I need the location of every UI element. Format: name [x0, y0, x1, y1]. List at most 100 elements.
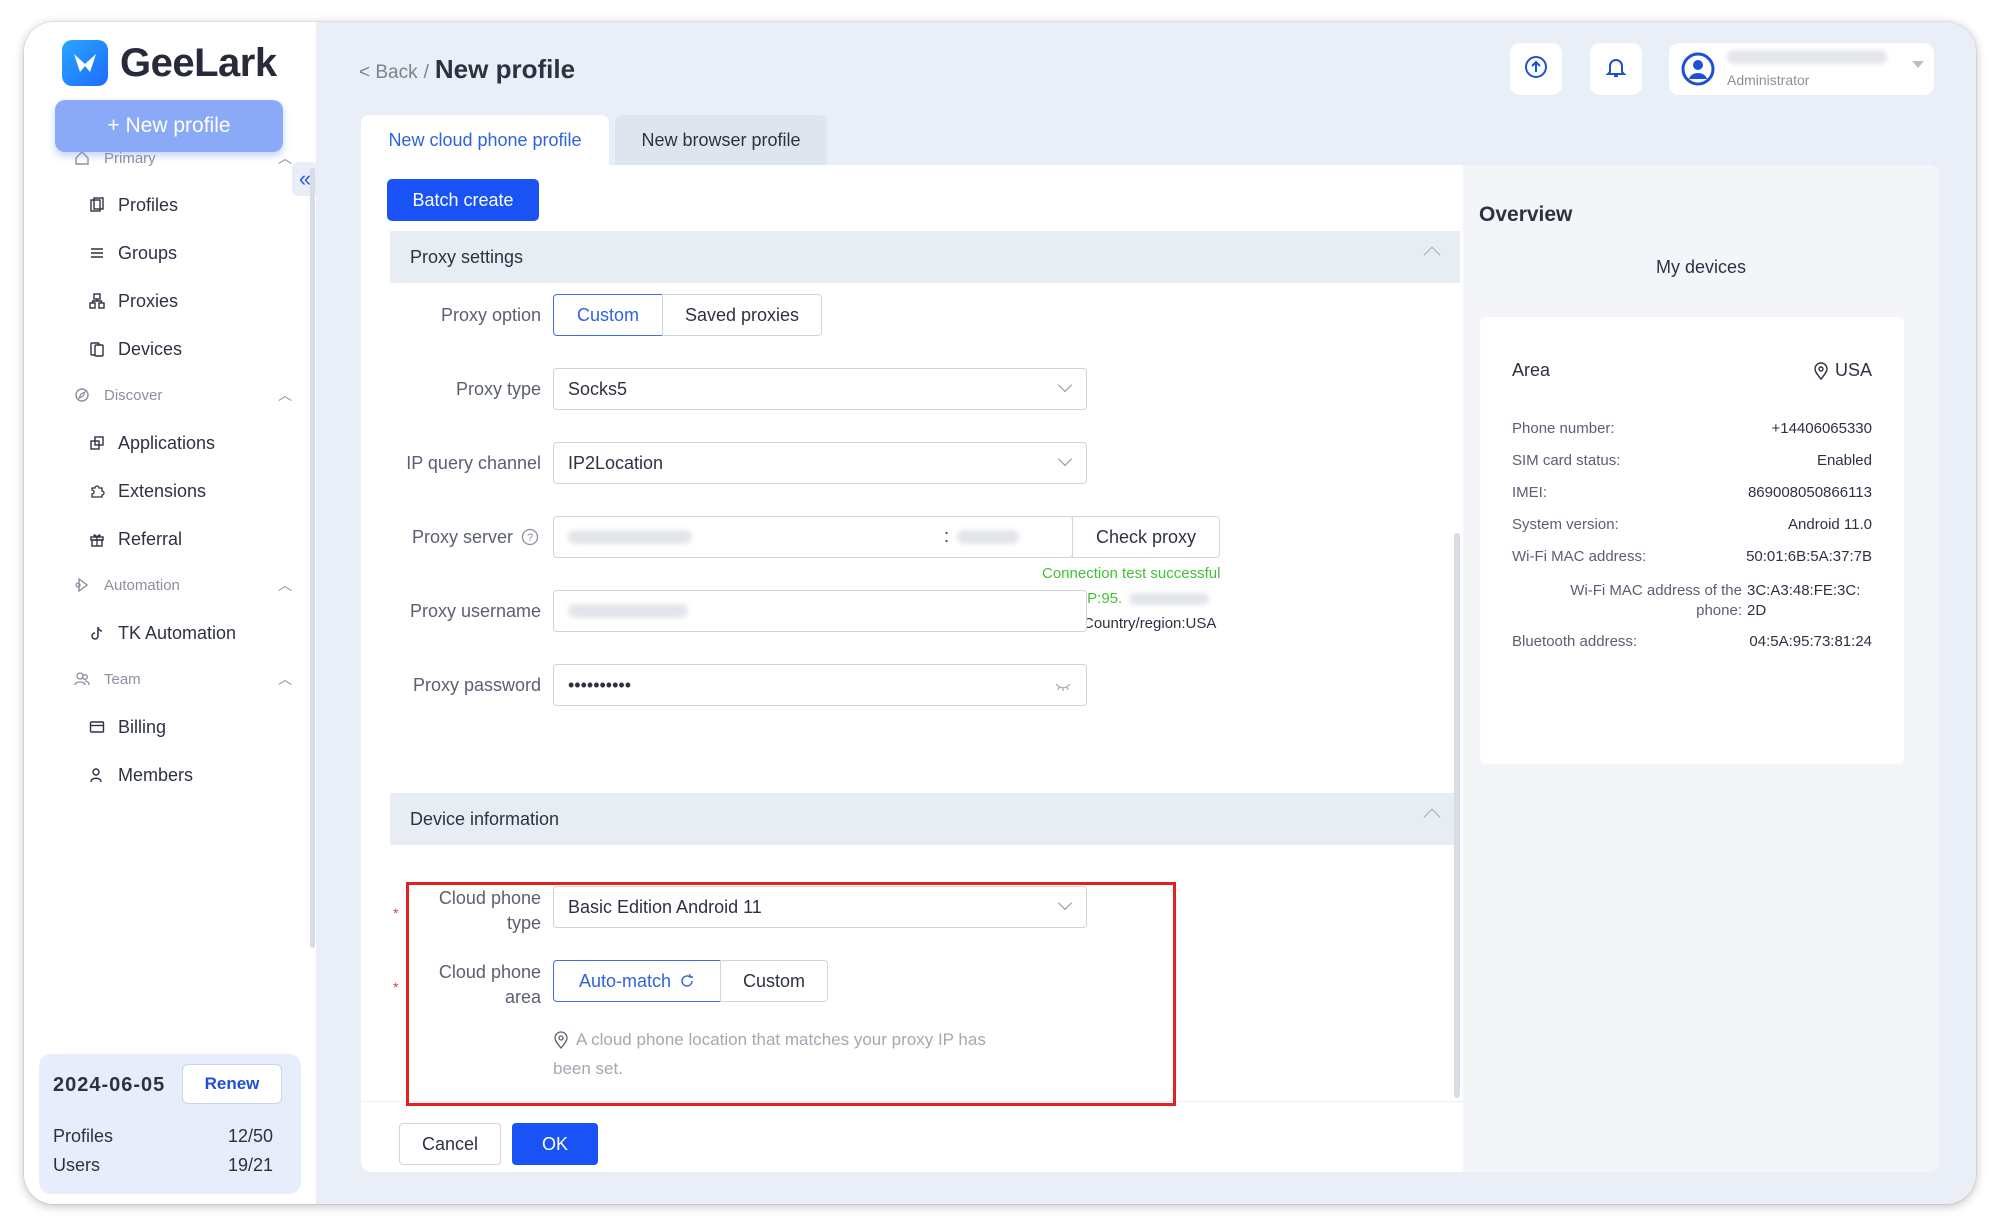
sidebar-item-groups[interactable]: Groups	[86, 242, 177, 264]
nav-section-discover[interactable]: Discover ︿	[72, 385, 292, 405]
sidebar-item-devices[interactable]: Devices	[86, 338, 182, 360]
members-icon	[86, 764, 108, 786]
sidebar-item-label: Groups	[118, 242, 178, 263]
detail-value: 869008050866113	[1747, 484, 1872, 501]
user-menu[interactable]: Administrator	[1669, 43, 1934, 95]
proxy-option-saved[interactable]: Saved proxies	[662, 294, 822, 336]
proxy-server-label: Proxy server	[411, 527, 513, 547]
proxy-port-redacted	[957, 530, 1019, 544]
nav-section-label: Automation	[104, 576, 180, 594]
check-proxy-button[interactable]: Check proxy	[1072, 516, 1220, 558]
overview-subtitle: My devices	[1655, 257, 1747, 277]
proxy-type-select[interactable]: Socks5	[553, 368, 1087, 410]
sidebar-item-extensions[interactable]: Extensions	[86, 480, 206, 502]
back-link[interactable]: < Back	[359, 62, 418, 84]
plan-users-row: Users 19/21	[53, 1155, 273, 1176]
new-profile-button[interactable]: + New profile	[55, 100, 283, 152]
page-title: New profile	[434, 54, 576, 84]
nav-section-team[interactable]: Team ︿	[72, 669, 292, 689]
detail-value-line1: 3C:A3:48:FE:3C:	[1747, 582, 1861, 599]
tiktok-icon	[86, 622, 108, 644]
overview-panel: Overview My devices Area USA Phone numbe…	[1463, 165, 1939, 1172]
eye-closed-icon[interactable]	[1054, 677, 1072, 698]
chevron-up-icon: ︿	[278, 577, 292, 593]
detail-row-phone-number: Phone number: +14406065330	[1512, 420, 1872, 437]
plan-profiles-label: Profiles	[53, 1126, 114, 1146]
plan-profiles-row: Profiles 12/50	[53, 1126, 273, 1147]
upload-button[interactable]	[1510, 43, 1562, 95]
sidebar-item-billing[interactable]: Billing	[86, 716, 166, 738]
nav-section-label: Primary	[104, 149, 156, 167]
ip-channel-select[interactable]: IP2Location	[553, 442, 1087, 484]
tab-new-cloud-phone-profile[interactable]: New cloud phone profile	[361, 115, 609, 165]
proxy-server-input[interactable]: :	[553, 516, 1073, 558]
automation-icon	[72, 575, 92, 595]
proxy-password-input[interactable]: ••••••••••	[553, 664, 1087, 706]
chevron-up-icon: ︿	[278, 671, 292, 687]
detail-value: +14406065330	[1771, 420, 1872, 437]
svg-text:?: ?	[527, 532, 533, 544]
renew-button[interactable]: Renew	[182, 1064, 282, 1104]
geelark-logo-icon	[62, 40, 108, 86]
detail-row-bluetooth: Bluetooth address: 04:5A:95:73:81:24	[1512, 633, 1872, 650]
ip-channel-label: IP query channel	[406, 453, 541, 473]
notifications-button[interactable]	[1590, 43, 1642, 95]
chevron-up-icon	[1423, 808, 1441, 826]
proxy-password-value: ••••••••••	[568, 674, 632, 695]
sidebar-item-referral[interactable]: Referral	[86, 528, 182, 550]
chevron-up-icon: ︿	[278, 387, 292, 403]
plan-expiry-date: 2024-06-05	[53, 1074, 166, 1096]
card-icon	[86, 716, 108, 738]
profiles-icon	[86, 194, 108, 216]
detected-ip: IP:95.	[1083, 590, 1123, 607]
proxy-username-input[interactable]	[553, 590, 1087, 632]
proxy-username-redacted	[568, 604, 688, 618]
list-icon	[86, 242, 108, 264]
section-title: Device information	[410, 808, 560, 829]
sidebar-item-label: TK Automation	[118, 622, 237, 643]
proxy-option-label: Proxy option	[440, 305, 541, 325]
proxy-type-label: Proxy type	[455, 379, 541, 399]
detail-row-system-version: System version: Android 11.0	[1512, 516, 1872, 533]
section-title: Proxy settings	[410, 246, 524, 267]
proxy-port-separator: :	[944, 526, 950, 546]
proxy-settings-header[interactable]: Proxy settings	[390, 231, 1460, 283]
ok-button[interactable]: OK	[512, 1123, 598, 1165]
sidebar-item-applications[interactable]: Applications	[86, 432, 215, 454]
batch-create-button[interactable]: Batch create	[387, 179, 539, 221]
nav-section-label: Discover	[104, 386, 163, 404]
sidebar-item-label: Members	[118, 764, 194, 785]
detail-row-phone-mac: Wi-Fi MAC address of the phone: 3C:A3:48…	[1512, 581, 1872, 621]
cancel-button[interactable]: Cancel	[399, 1123, 501, 1165]
location-pin-icon	[1813, 361, 1829, 380]
detail-label-line2: phone:	[1696, 602, 1742, 619]
detail-row-wifi-mac: Wi-Fi MAC address: 50:01:6B:5A:37:7B	[1512, 548, 1872, 565]
overview-title: Overview	[1479, 203, 1573, 226]
plan-summary: 2024-06-05 Renew Profiles 12/50 Users 19…	[39, 1054, 301, 1194]
sidebar-item-profiles[interactable]: Profiles	[86, 194, 178, 216]
area-value: USA	[1813, 360, 1872, 381]
form-scrollbar[interactable]	[1454, 533, 1460, 1098]
highlight-annotation	[406, 882, 1176, 1106]
tab-new-browser-profile[interactable]: New browser profile	[615, 115, 827, 165]
nav-section-primary[interactable]: Primary ︿	[72, 148, 292, 168]
detail-value: Enabled	[1816, 452, 1872, 469]
device-information-header[interactable]: Device information	[390, 793, 1460, 845]
user-role: Administrator	[1727, 72, 1810, 88]
nav-section-automation[interactable]: Automation ︿	[72, 575, 292, 595]
sidebar-scrollbar[interactable]	[310, 168, 315, 948]
sidebar-item-members[interactable]: Members	[86, 764, 193, 786]
sidebar-item-tk-automation[interactable]: TK Automation	[86, 622, 236, 644]
sidebar-item-proxies[interactable]: Proxies	[86, 290, 178, 312]
plan-users-label: Users	[53, 1155, 101, 1175]
chevron-down-icon	[1912, 61, 1924, 68]
detail-value-line2: 2D	[1747, 602, 1767, 619]
gift-icon	[86, 528, 108, 550]
proxy-option-custom[interactable]: Custom	[553, 294, 663, 336]
chevron-down-icon	[1057, 451, 1073, 467]
chevron-up-icon	[1423, 246, 1441, 264]
ip-channel-value: IP2Location	[568, 452, 664, 473]
help-icon[interactable]: ?	[521, 528, 539, 551]
area-label: Area	[1512, 360, 1551, 380]
user-avatar-icon	[1681, 52, 1715, 86]
